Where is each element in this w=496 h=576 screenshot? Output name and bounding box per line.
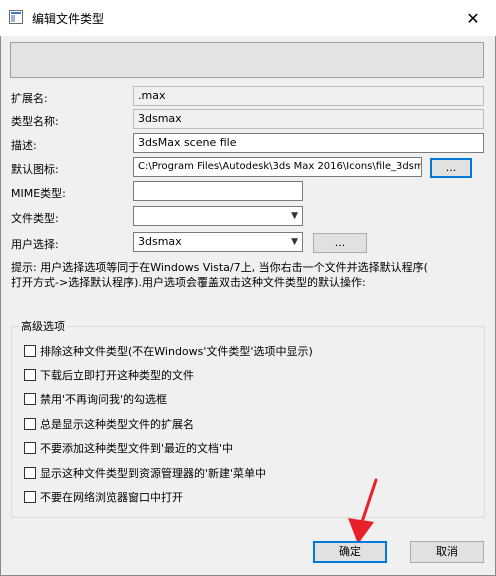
option-exclude-file-type[interactable]: 排除这种文件类型(不在Windows'文件类型'选项中显示) (24, 344, 313, 358)
header-panel (10, 42, 484, 78)
default-icon-browse-button[interactable]: ... (430, 158, 472, 178)
tip-line-2: 打开方式->选择默认程序).用户选项会覆盖双击这种文件类型的默认操作: (11, 276, 366, 289)
close-button[interactable]: ✕ (450, 0, 496, 36)
default-icon-path-input[interactable]: C:\Program Files\Autodesk\3ds Max 2016\I… (133, 157, 422, 177)
checkbox[interactable] (24, 467, 36, 479)
description-label: 描述: (11, 139, 37, 152)
checkbox[interactable] (24, 345, 36, 357)
option-open-after-download[interactable]: 下载后立即打开这种类型的文件 (24, 368, 194, 382)
option-label: 总是显示这种类型文件的扩展名 (40, 418, 194, 431)
checkbox[interactable] (24, 491, 36, 503)
file-type-select[interactable]: ▼ (133, 206, 303, 226)
window-icon (9, 10, 23, 24)
option-always-show-extension[interactable]: 总是显示这种类型文件的扩展名 (24, 417, 194, 431)
option-no-recent-docs[interactable]: 不要添加这种类型文件到'最近的文档'中 (24, 441, 233, 455)
user-choice-select-value: 3dsmax (138, 235, 182, 248)
chevron-down-icon: ▼ (291, 211, 298, 221)
tip-line-1: 提示: 用户选择选项等同于在Windows Vista/7上, 当你右击一个文件… (11, 261, 428, 274)
type-name-field: 3dsmax (133, 109, 484, 129)
option-label: 禁用'不再询问我'的勾选框 (40, 393, 168, 406)
checkbox[interactable] (24, 418, 36, 430)
default-icon-label: 默认图标: (11, 163, 59, 176)
option-label: 显示这种文件类型到资源管理器的'新建'菜单中 (40, 467, 267, 480)
extension-field: .max (133, 86, 484, 106)
description-input[interactable]: 3dsMax scene file (133, 133, 484, 153)
title-bar: 编辑文件类型 ✕ (0, 0, 496, 36)
mime-label: MIME类型: (11, 187, 66, 200)
advanced-options-title: 高级选项 (19, 318, 67, 334)
option-label: 不要在网络浏览器窗口中打开 (40, 491, 183, 504)
checkbox[interactable] (24, 393, 36, 405)
cancel-button[interactable]: 取消 (410, 541, 484, 563)
tip-text: 提示: 用户选择选项等同于在Windows Vista/7上, 当你右击一个文件… (11, 260, 481, 290)
checkbox[interactable] (24, 369, 36, 381)
user-choice-select[interactable]: 3dsmax ▼ (133, 232, 303, 252)
window-title: 编辑文件类型 (32, 12, 105, 26)
option-label: 排除这种文件类型(不在Windows'文件类型'选项中显示) (40, 345, 313, 358)
option-show-in-new-menu[interactable]: 显示这种文件类型到资源管理器的'新建'菜单中 (24, 466, 266, 480)
user-choice-label: 用户选择: (11, 238, 59, 251)
option-disable-dont-ask[interactable]: 禁用'不再询问我'的勾选框 (24, 392, 167, 406)
chevron-down-icon: ▼ (291, 237, 298, 247)
red-arrow-icon (348, 478, 378, 544)
extension-label: 扩展名: (11, 92, 48, 105)
user-choice-browse-button[interactable]: ... (313, 233, 367, 253)
file-type-label: 文件类型: (11, 212, 59, 225)
type-name-label: 类型名称: (11, 115, 59, 128)
option-label: 不要添加这种类型文件到'最近的文档'中 (40, 442, 234, 455)
checkbox[interactable] (24, 442, 36, 454)
option-no-browser-open[interactable]: 不要在网络浏览器窗口中打开 (24, 490, 183, 504)
mime-input[interactable] (133, 181, 303, 201)
option-label: 下载后立即打开这种类型的文件 (40, 369, 194, 382)
ok-button[interactable]: 确定 (313, 541, 387, 563)
